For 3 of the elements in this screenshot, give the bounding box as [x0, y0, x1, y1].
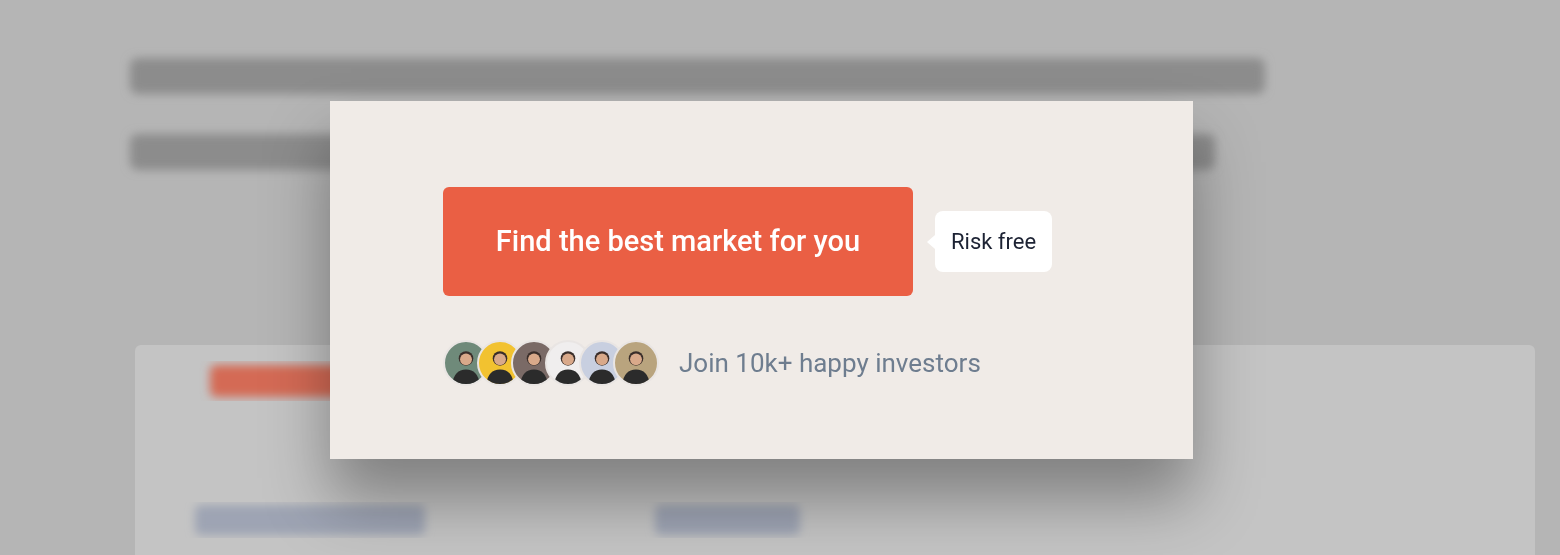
tooltip: Risk free	[935, 211, 1053, 272]
social-proof-text: Join 10k+ happy investors	[679, 346, 981, 380]
cta-button[interactable]: Find the best market for you	[443, 187, 913, 296]
